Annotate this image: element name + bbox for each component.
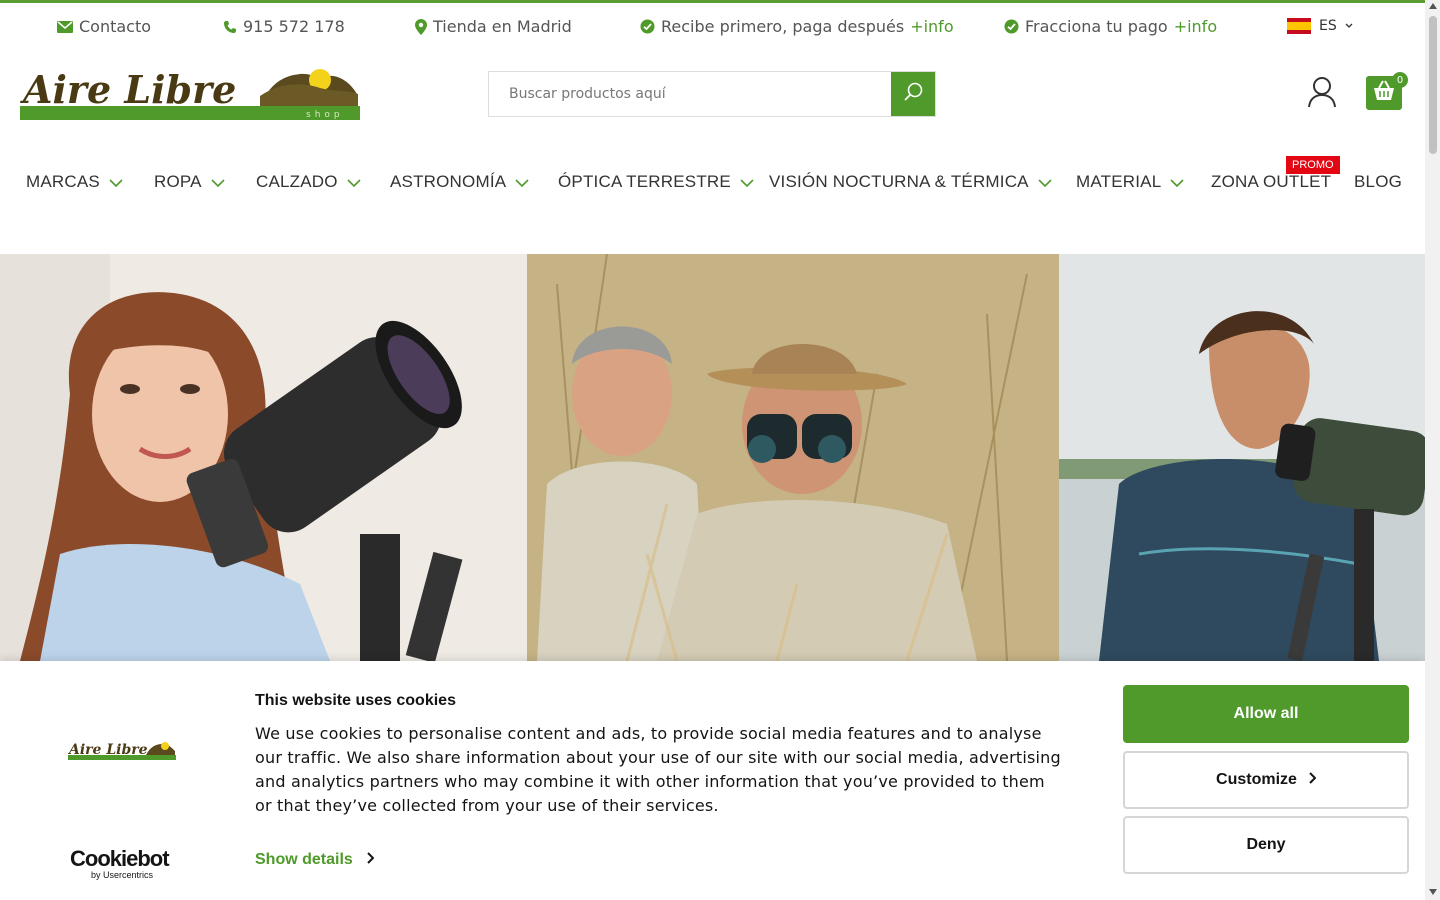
main-nav: MARCAS ROPA CALZADO ASTRONOMÍA ÓPTICA TE… (0, 172, 1425, 196)
hero-panel-spotting-scope (1059, 254, 1425, 661)
search-button[interactable] (891, 72, 935, 116)
site-logo[interactable]: Aire Libre shop (20, 66, 360, 122)
check-circle-icon (640, 19, 655, 34)
nav-label: ROPA (154, 172, 202, 191)
search-input[interactable] (489, 72, 891, 116)
chevron-down-icon (515, 172, 529, 192)
contact-link[interactable]: Contacto (57, 17, 151, 36)
split-pay-info-link[interactable]: +info (1174, 17, 1217, 36)
store-label: Tienda en Madrid (433, 17, 572, 36)
nav-label: CALZADO (256, 172, 338, 191)
pay-later-info-link[interactable]: +info (910, 17, 953, 36)
logo-sub: shop (306, 110, 344, 120)
nav-label: VISIÓN NOCTURNA & TÉRMICA (769, 172, 1029, 191)
chevron-down-icon (109, 172, 123, 192)
user-icon (1306, 77, 1338, 112)
hero-panel-telescope (0, 254, 527, 661)
nav-item-blog[interactable]: BLOG (1354, 172, 1402, 192)
spain-flag-icon (1287, 18, 1311, 34)
top-info-bar: Contacto 915 572 178 Tienda en Madrid Re… (0, 0, 1425, 50)
nav-label: BLOG (1354, 172, 1403, 191)
page-scrollbar[interactable] (1425, 0, 1440, 900)
logo-wordmark: Aire Libre (20, 67, 236, 112)
pay-later-info[interactable]: Recibe primero, paga después +info (640, 17, 954, 36)
customize-label: Customize (1216, 771, 1297, 788)
cookie-title: This website uses cookies (255, 692, 456, 709)
scroll-up-arrow-icon[interactable] (1429, 3, 1437, 9)
nav-item-calzado[interactable]: CALZADO (256, 172, 361, 192)
nav-label: ASTRONOMÍA (390, 172, 507, 191)
promo-badge: PROMO (1286, 156, 1340, 174)
account-button[interactable] (1306, 76, 1338, 112)
hero-banner[interactable] (0, 254, 1425, 661)
nav-item-zona-outlet[interactable]: ZONA OUTLET (1211, 172, 1331, 192)
scrollbar-thumb[interactable] (1429, 16, 1437, 154)
nav-label: MATERIAL (1076, 172, 1162, 191)
contact-label: Contacto (79, 17, 152, 36)
search-icon (902, 81, 924, 107)
cookie-consent-banner: Aire Libre Cookiebot by Usercentrics Thi… (0, 661, 1425, 900)
split-pay-info[interactable]: Fracciona tu pago +info (1004, 17, 1217, 36)
chevron-right-icon (1309, 771, 1317, 789)
check-circle-icon (1004, 19, 1019, 34)
nav-item-marcas[interactable]: MARCAS (26, 172, 123, 192)
show-details-link[interactable]: Show details (255, 851, 375, 869)
deny-label: Deny (1246, 836, 1286, 853)
language-selector[interactable]: ES (1287, 18, 1353, 34)
chevron-down-icon (1170, 172, 1184, 192)
split-pay-label: Fracciona tu pago (1025, 17, 1168, 36)
cart-button[interactable]: 0 (1366, 72, 1408, 110)
store-link[interactable]: Tienda en Madrid (415, 17, 572, 36)
chevron-down-icon (740, 172, 754, 192)
language-code: ES (1319, 18, 1337, 34)
chevron-down-icon (211, 172, 225, 192)
show-details-label: Show details (255, 851, 353, 868)
hero-panel-binoculars (527, 254, 1059, 661)
nav-item-material[interactable]: MATERIAL (1076, 172, 1184, 192)
nav-item-vision-nocturna[interactable]: VISIÓN NOCTURNA & TÉRMICA (769, 172, 1052, 192)
chevron-right-icon (367, 851, 375, 869)
search-bar (488, 71, 936, 117)
deny-button[interactable]: Deny (1123, 816, 1409, 874)
mail-icon (57, 20, 73, 33)
allow-all-button[interactable]: Allow all (1123, 685, 1409, 743)
chevron-down-icon (347, 172, 361, 192)
nav-item-ropa[interactable]: ROPA (154, 172, 225, 192)
cookie-banner-logo: Aire Libre (67, 739, 176, 765)
cookie-logo-wordmark: Aire Libre (68, 742, 148, 758)
phone-number: 915 572 178 (243, 17, 345, 36)
cookiebot-logo[interactable]: Cookiebot by Usercentrics (70, 846, 174, 880)
customize-button[interactable]: Customize (1123, 751, 1409, 809)
nav-item-optica-terrestre[interactable]: ÓPTICA TERRESTRE (558, 172, 754, 192)
chevron-down-icon (1038, 172, 1052, 192)
allow-all-label: Allow all (1233, 705, 1299, 722)
nav-label: MARCAS (26, 172, 100, 191)
cookiebot-brand: Cookiebot (70, 846, 170, 871)
scroll-down-arrow-icon[interactable] (1429, 889, 1437, 895)
cart-count: 0 (1392, 72, 1408, 88)
phone-icon (223, 20, 237, 34)
location-pin-icon (415, 18, 427, 35)
pay-later-label: Recibe primero, paga después (661, 17, 905, 36)
cookie-body: We use cookies to personalise content an… (255, 724, 1061, 815)
phone-link[interactable]: 915 572 178 (223, 17, 345, 36)
nav-item-astronomia[interactable]: ASTRONOMÍA (390, 172, 529, 192)
nav-label: ZONA OUTLET (1211, 172, 1332, 191)
nav-label: ÓPTICA TERRESTRE (558, 172, 731, 191)
chevron-down-icon (1345, 23, 1353, 29)
